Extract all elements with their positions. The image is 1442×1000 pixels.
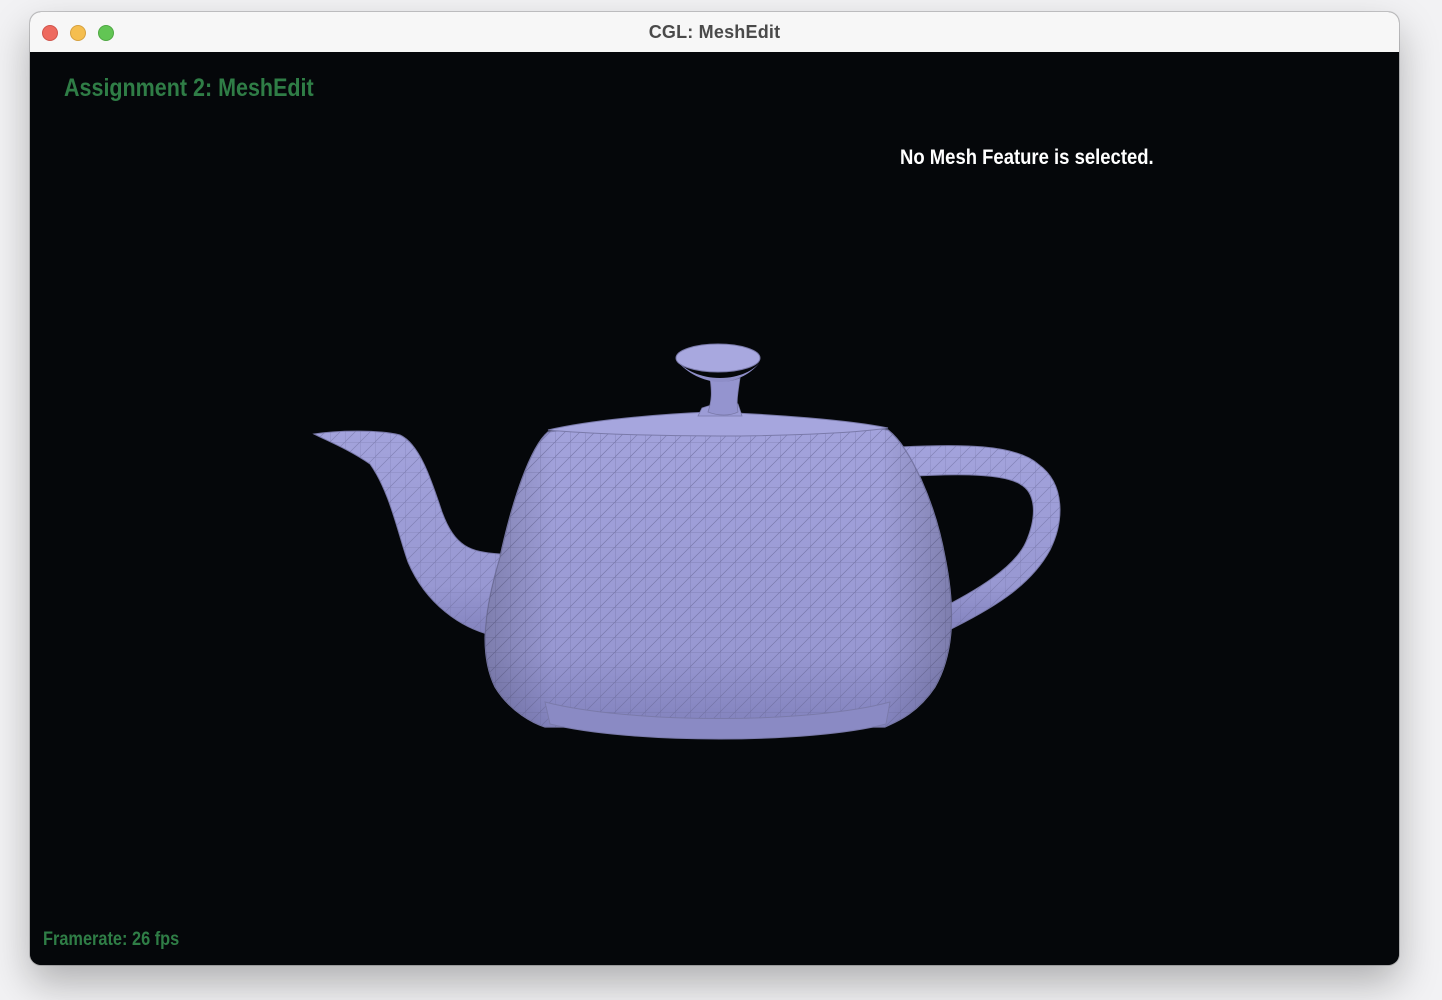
teapot-mesh[interactable] [30,52,1399,965]
gl-viewport[interactable]: Assignment 2: MeshEdit No Mesh Feature i… [30,52,1399,965]
window-title: CGL: MeshEdit [648,22,781,42]
selection-status: No Mesh Feature is selected. [900,146,1154,169]
teapot-lid [547,343,889,437]
assignment-title: Assignment 2: MeshEdit [64,74,314,102]
teapot-spout [312,430,501,638]
title-bar[interactable]: CGL: MeshEdit [30,12,1399,53]
teapot-body [484,422,953,728]
framerate-readout: Framerate: 26 fps [43,929,180,950]
app-window: CGL: MeshEdit Assignment 2: MeshEdit No … [30,12,1399,965]
